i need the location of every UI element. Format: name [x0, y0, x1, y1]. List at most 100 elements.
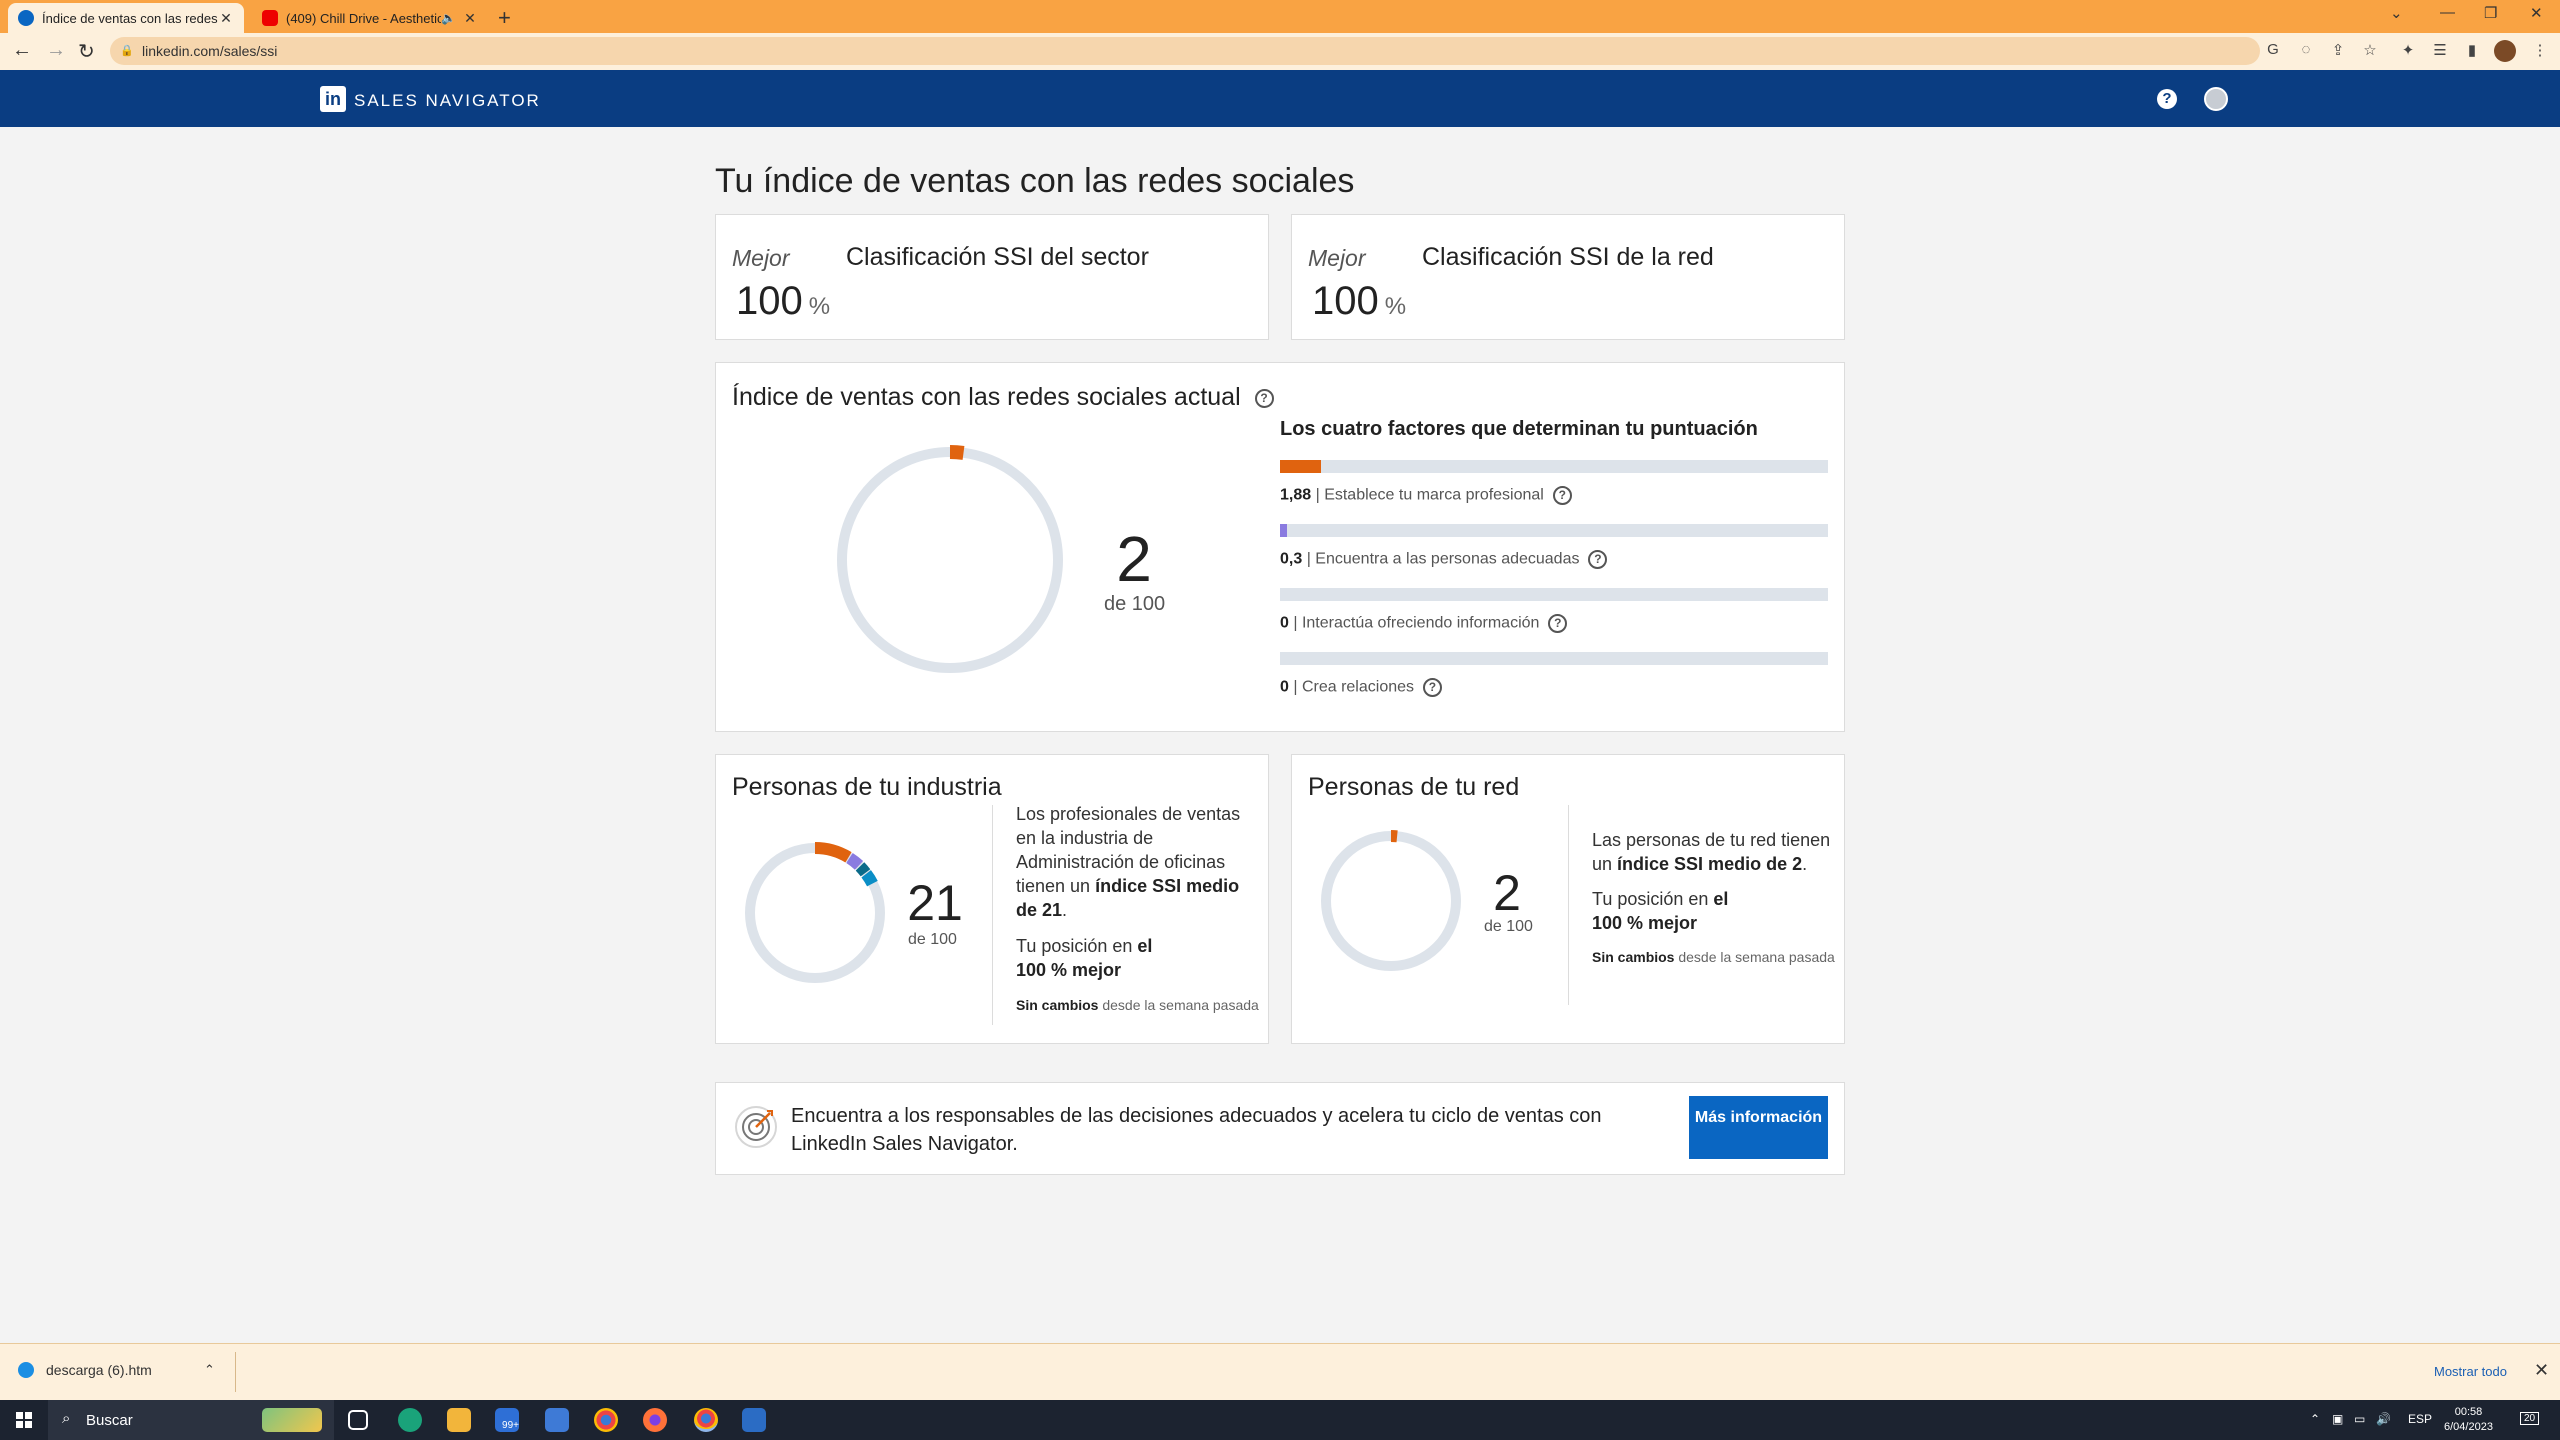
network-rank-card: Mejor 100% Clasificación SSI de la red [1291, 214, 1845, 340]
windows-taskbar: ⌕ Buscar 99+ ⌃ ▣ ▭ 🔊 ESP 00:58 6/04/2023… [0, 1400, 2560, 1440]
industry-position-label: Tu posición en [1016, 936, 1138, 956]
chrome-icon[interactable] [594, 1408, 618, 1432]
gauge-segment-insights [861, 870, 878, 887]
bookmark-star-icon[interactable]: ☆ [2360, 41, 2380, 61]
speaker-icon[interactable]: 🔈 [441, 11, 456, 25]
menu-icon[interactable]: ⋮ [2530, 41, 2550, 61]
rank-prefix: Mejor [1308, 245, 1366, 271]
divider [992, 805, 993, 1025]
close-window-icon[interactable]: ✕ [2530, 4, 2543, 22]
url-text[interactable]: linkedin.com/sales/ssi [142, 43, 277, 59]
industry-rank-card: Mejor 100% Clasificación SSI del sector [715, 214, 1269, 340]
network-score: 2 [1493, 865, 1521, 921]
help-circle-icon[interactable]: ? [1254, 388, 1274, 408]
share-icon[interactable]: ⇪ [2328, 41, 2348, 61]
ssi-gauge [837, 445, 1063, 673]
reading-list-icon[interactable]: ☰ [2430, 41, 2450, 61]
address-bar[interactable]: 🔒 linkedin.com/sales/ssi [110, 37, 2260, 65]
eye-off-icon[interactable]: ◌ [2296, 41, 2316, 61]
industry-gauge [745, 842, 885, 983]
tab-youtube[interactable]: (409) Chill Drive - Aesthetic 🔈 ✕ [252, 3, 488, 33]
help-circle-icon[interactable]: ? [1548, 614, 1568, 633]
factor-relationships: 0 | Crea relaciones ? [1280, 678, 1442, 697]
change-status: Sin cambios [1016, 997, 1099, 1013]
change-period: desde la semana pasada [1098, 997, 1259, 1013]
tray-chevron-icon[interactable]: ⌃ [2310, 1412, 2320, 1426]
close-shelf-icon[interactable]: ✕ [2534, 1360, 2549, 1381]
rank-unit: % [808, 293, 831, 320]
tray-app-icon[interactable]: ▣ [2332, 1412, 2343, 1426]
browser-tab-strip: Índice de ventas con las redes so ✕ (409… [0, 0, 2560, 33]
download-shelf: descarga (6).htm ⌃ Mostrar todo ✕ [0, 1343, 2560, 1400]
chrome-active-icon[interactable] [694, 1408, 718, 1432]
task-view-icon[interactable] [348, 1410, 368, 1430]
google-icon[interactable]: G [2263, 41, 2283, 61]
industry-description: Los profesionales de ventas en la indust… [1016, 802, 1246, 922]
network-icon[interactable]: ▭ [2354, 1412, 2365, 1426]
restore-icon[interactable]: ❐ [2484, 4, 2497, 22]
system-clock[interactable]: 00:58 6/04/2023 [2444, 1405, 2493, 1435]
mail-icon[interactable]: 99+ [495, 1408, 519, 1432]
firefox-icon[interactable] [643, 1408, 667, 1432]
taskbar-search-placeholder: Buscar [86, 1412, 133, 1429]
divider [1568, 805, 1569, 1005]
back-icon[interactable]: ← [12, 39, 32, 62]
sales-navigator-header: in SALES NAVIGATOR ? [0, 70, 2560, 127]
download-filename[interactable]: descarga (6).htm [46, 1362, 152, 1378]
minimize-icon[interactable]: — [2440, 4, 2455, 21]
rank-prefix: Mejor [732, 245, 790, 271]
rank-unit: % [1384, 293, 1407, 320]
rank-label: Clasificación SSI del sector [846, 243, 1149, 271]
promo-text: Encuentra a los responsables de las deci… [791, 1105, 1602, 1155]
lock-icon[interactable]: 🔒 [120, 44, 134, 57]
linkedin-logo[interactable]: in [320, 86, 346, 112]
network-position: Tu posición en el 100 % mejor [1592, 887, 1742, 935]
page-title: Tu índice de ventas con las redes social… [715, 162, 1355, 200]
language-indicator[interactable]: ESP [2408, 1412, 2432, 1426]
file-explorer-icon[interactable] [447, 1408, 471, 1432]
tab-ssi[interactable]: Índice de ventas con las redes so ✕ [8, 3, 244, 33]
volume-icon[interactable]: 🔊 [2376, 1412, 2391, 1426]
notification-icon[interactable]: 20 [2520, 1412, 2540, 1425]
close-tab-icon[interactable]: ✕ [462, 10, 478, 27]
industry-score: 21 [907, 875, 963, 931]
tab-search-icon[interactable]: ⌄ [2390, 4, 2403, 22]
chevron-up-icon[interactable]: ⌃ [204, 1362, 215, 1378]
industry-score-of: de 100 [908, 931, 957, 948]
more-info-button[interactable]: Más información [1689, 1096, 1828, 1159]
product-name[interactable]: SALES NAVIGATOR [354, 91, 541, 111]
gauge-segment-people [846, 852, 864, 870]
browser-toolbar: ← → ↻ 🔒 linkedin.com/sales/ssi G ◌ ⇪ ☆ ✦… [0, 33, 2560, 70]
edge-browser-icon[interactable] [398, 1408, 422, 1432]
download-item[interactable]: descarga (6).htm [18, 1362, 152, 1378]
help-icon[interactable]: ? [2157, 89, 2177, 109]
clock-date: 6/04/2023 [2444, 1421, 2493, 1433]
factor-people: 0,3 | Encuentra a las personas adecuadas… [1280, 550, 1608, 569]
current-ssi-title: Índice de ventas con las redes sociales … [732, 383, 1274, 412]
network-score-of: de 100 [1484, 918, 1533, 935]
rank-number: 100 [1312, 279, 1379, 323]
industry-title: Personas de tu industria [732, 773, 1002, 801]
forward-icon[interactable]: → [46, 39, 66, 62]
user-avatar[interactable] [2204, 87, 2228, 111]
store-icon[interactable] [545, 1408, 569, 1432]
tab-title: (409) Chill Drive - Aesthetic [286, 10, 442, 26]
extensions-icon[interactable]: ✦ [2398, 41, 2418, 61]
change-period: desde la semana pasada [1674, 949, 1835, 965]
close-tab-icon[interactable]: ✕ [218, 10, 234, 27]
help-circle-icon[interactable]: ? [1422, 678, 1442, 697]
app-icon[interactable] [742, 1408, 766, 1432]
new-tab-icon[interactable]: + [498, 5, 511, 31]
rank-number: 100 [736, 279, 803, 323]
reload-icon[interactable]: ↻ [78, 39, 95, 64]
show-all-link[interactable]: Mostrar todo [2434, 1364, 2507, 1379]
help-circle-icon[interactable]: ? [1552, 486, 1572, 505]
help-circle-icon[interactable]: ? [1588, 550, 1608, 569]
side-panel-icon[interactable]: ▮ [2462, 41, 2482, 61]
profile-avatar[interactable] [2494, 40, 2516, 62]
factor-bar-people [1280, 524, 1828, 537]
search-highlight-icon[interactable] [262, 1408, 322, 1432]
target-icon [735, 1106, 777, 1148]
windows-start-icon[interactable] [16, 1412, 32, 1428]
factor-label: Crea relaciones [1301, 678, 1415, 696]
